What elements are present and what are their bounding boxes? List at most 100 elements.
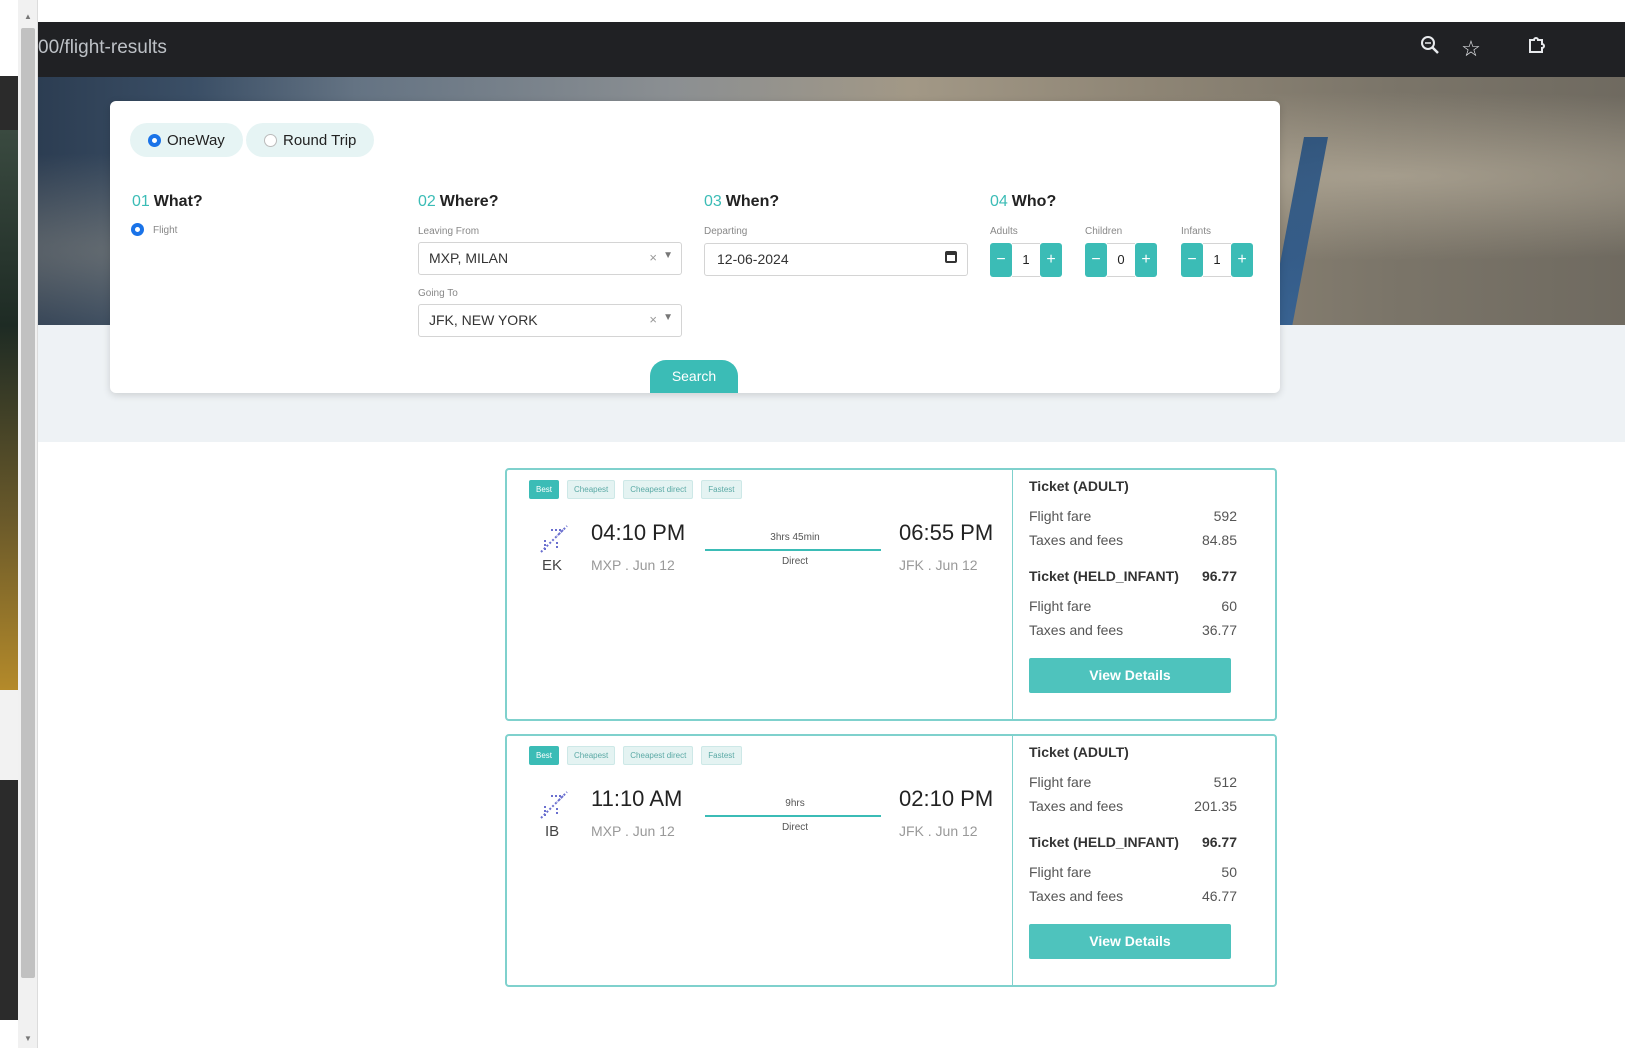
flight-option-label: Flight bbox=[153, 225, 178, 236]
url-text[interactable]: 00/flight-results bbox=[38, 37, 167, 59]
adult-tax-value: 84.85 bbox=[1201, 532, 1237, 548]
adults-count[interactable]: 1 bbox=[1012, 243, 1040, 277]
tag-best[interactable]: Best bbox=[529, 480, 560, 499]
departing-label: Departing bbox=[704, 226, 748, 237]
calendar-icon[interactable] bbox=[945, 251, 957, 263]
children-decrement-button[interactable]: − bbox=[1085, 243, 1107, 277]
flight-summary: Best Cheapest Cheapest direct Fastest IB… bbox=[507, 736, 1013, 985]
left-background-light bbox=[0, 690, 18, 780]
arrive-place: JFK . Jun 12 bbox=[899, 557, 978, 573]
step-label: When? bbox=[725, 193, 780, 210]
infant-fare-value: 60 bbox=[1221, 598, 1237, 614]
radio-roundtrip[interactable] bbox=[264, 133, 277, 147]
tag-fastest[interactable]: Fastest bbox=[701, 746, 742, 765]
left-background-photo bbox=[0, 130, 18, 690]
arrive-time: 06:55 PM bbox=[899, 520, 994, 545]
result-tags: Best Cheapest Cheapest direct Fastest bbox=[529, 480, 742, 499]
adults-label: Adults bbox=[990, 226, 1018, 237]
view-details-button[interactable]: View Details bbox=[1029, 658, 1231, 693]
trip-type-label: OneWay bbox=[167, 131, 225, 149]
departing-date-input[interactable]: 12-06-2024 bbox=[704, 243, 968, 276]
infants-stepper: − 1 + bbox=[1181, 243, 1253, 277]
infant-tax-label: Taxes and fees bbox=[1029, 888, 1124, 904]
going-to-select[interactable]: JFK, NEW YORK × ▼ bbox=[418, 304, 682, 337]
star-icon[interactable]: ☆ bbox=[1456, 34, 1486, 64]
trip-type-roundtrip[interactable]: Round Trip bbox=[246, 123, 375, 157]
airline-code: EK bbox=[542, 557, 563, 574]
plane-icon bbox=[540, 525, 568, 553]
infant-tax-value: 46.77 bbox=[1201, 888, 1237, 904]
search-button[interactable]: Search bbox=[650, 360, 738, 393]
leaving-from-select[interactable]: MXP, MILAN × ▼ bbox=[418, 242, 682, 275]
adult-fare-value: 512 bbox=[1213, 774, 1237, 790]
duration-line bbox=[705, 549, 881, 551]
price-breakdown: Ticket (ADULT) Flight fare 592 Taxes and… bbox=[1019, 470, 1269, 719]
flight-duration: 3hrs 45min bbox=[770, 532, 820, 543]
infant-ticket-title: Ticket (HELD_INFANT) bbox=[1029, 834, 1179, 850]
leaving-from-label: Leaving From bbox=[418, 226, 480, 237]
price-breakdown: Ticket (ADULT) Flight fare 512 Taxes and… bbox=[1019, 736, 1269, 985]
infant-fare-label: Flight fare bbox=[1029, 598, 1092, 614]
step-number: 01 bbox=[132, 193, 150, 210]
going-to-label: Going To bbox=[418, 288, 458, 299]
clear-icon[interactable]: × bbox=[649, 250, 657, 265]
plane-icon bbox=[540, 791, 568, 819]
duration-line bbox=[705, 815, 881, 817]
adult-fare-label: Flight fare bbox=[1029, 508, 1092, 524]
children-count[interactable]: 0 bbox=[1107, 243, 1135, 277]
scroll-up-arrow-icon[interactable]: ▲ bbox=[23, 12, 33, 22]
children-increment-button[interactable]: + bbox=[1135, 243, 1157, 277]
clear-icon[interactable]: × bbox=[649, 312, 657, 327]
adults-increment-button[interactable]: + bbox=[1040, 243, 1062, 277]
infants-increment-button[interactable]: + bbox=[1231, 243, 1253, 277]
flight-result-card: Best Cheapest Cheapest direct Fastest IB… bbox=[505, 734, 1277, 987]
scrollbar-thumb[interactable] bbox=[21, 28, 35, 978]
chevron-down-icon[interactable]: ▼ bbox=[663, 250, 673, 261]
leaving-from-value: MXP, MILAN bbox=[429, 250, 509, 266]
tag-cheapest-direct[interactable]: Cheapest direct bbox=[623, 746, 694, 765]
extension-icon[interactable] bbox=[1522, 34, 1552, 64]
step-where-title: 02 Where? bbox=[418, 193, 498, 211]
step-label: Where? bbox=[439, 193, 499, 210]
trip-type-label: Round Trip bbox=[283, 131, 357, 149]
going-to-value: JFK, NEW YORK bbox=[429, 312, 538, 328]
step-number: 04 bbox=[990, 193, 1008, 210]
step-what-title: 01 What? bbox=[132, 193, 203, 211]
flight-duration: 9hrs bbox=[785, 798, 805, 809]
infant-ticket-title: Ticket (HELD_INFANT) bbox=[1029, 568, 1179, 584]
children-label: Children bbox=[1085, 226, 1123, 237]
trip-type-oneway[interactable]: OneWay bbox=[130, 123, 243, 157]
tag-cheapest[interactable]: Cheapest bbox=[567, 746, 616, 765]
step-who-title: 04 Who? bbox=[990, 193, 1056, 211]
infants-decrement-button[interactable]: − bbox=[1181, 243, 1203, 277]
tag-fastest[interactable]: Fastest bbox=[701, 480, 742, 499]
departing-date-value: 12-06-2024 bbox=[717, 251, 789, 267]
zoom-icon[interactable] bbox=[1415, 34, 1445, 64]
infant-ticket-total: 96.77 bbox=[1201, 568, 1237, 584]
result-tags: Best Cheapest Cheapest direct Fastest bbox=[529, 746, 742, 765]
adult-tax-label: Taxes and fees bbox=[1029, 532, 1124, 548]
tag-best[interactable]: Best bbox=[529, 746, 560, 765]
infants-count[interactable]: 1 bbox=[1203, 243, 1231, 277]
chevron-down-icon[interactable]: ▼ bbox=[663, 312, 673, 323]
flight-search-form: OneWay Round Trip 01 What? Flight 02 Where… bbox=[110, 101, 1280, 393]
step-label: What? bbox=[153, 193, 203, 210]
radio-flight[interactable] bbox=[131, 223, 144, 236]
arrive-time: 02:10 PM bbox=[899, 786, 994, 811]
tag-cheapest-direct[interactable]: Cheapest direct bbox=[623, 480, 694, 499]
step-when-title: 03 When? bbox=[704, 193, 779, 211]
adults-decrement-button[interactable]: − bbox=[990, 243, 1012, 277]
tag-cheapest[interactable]: Cheapest bbox=[567, 480, 616, 499]
view-details-button[interactable]: View Details bbox=[1029, 924, 1231, 959]
step-number: 03 bbox=[704, 193, 722, 210]
step-label: Who? bbox=[1011, 193, 1057, 210]
adult-ticket-title: Ticket (ADULT) bbox=[1029, 744, 1129, 760]
radio-oneway[interactable] bbox=[148, 133, 161, 147]
infant-fare-label: Flight fare bbox=[1029, 864, 1092, 880]
infant-ticket-total: 96.77 bbox=[1201, 834, 1237, 850]
infant-tax-value: 36.77 bbox=[1201, 622, 1237, 638]
depart-place: MXP . Jun 12 bbox=[591, 823, 675, 839]
scroll-down-arrow-icon[interactable]: ▼ bbox=[23, 1034, 33, 1044]
depart-time: 04:10 PM bbox=[591, 520, 686, 545]
step-number: 02 bbox=[418, 193, 436, 210]
